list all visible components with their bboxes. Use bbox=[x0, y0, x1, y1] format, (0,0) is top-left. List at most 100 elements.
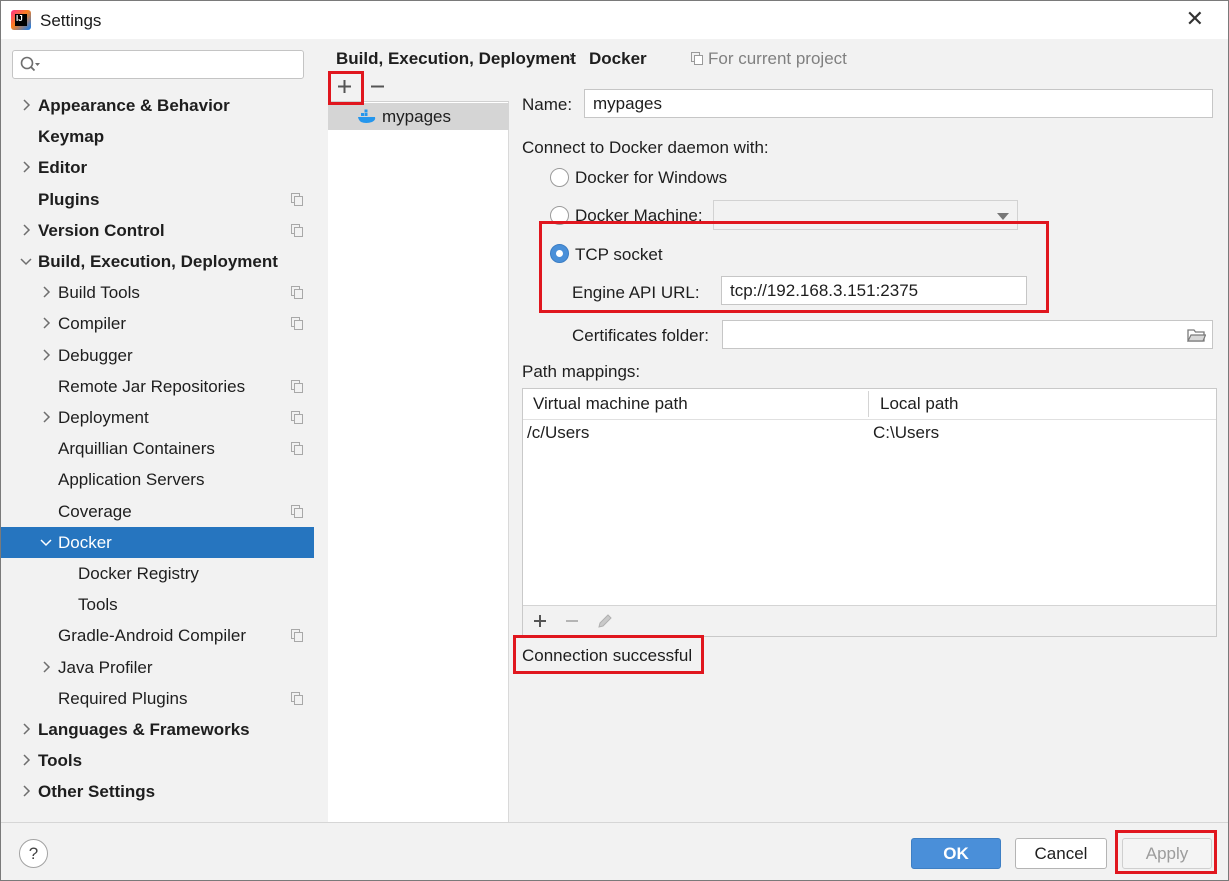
sidebar-item-label: Deployment bbox=[58, 408, 149, 427]
column-divider bbox=[868, 391, 869, 417]
chevron-right-icon[interactable] bbox=[19, 784, 33, 798]
search-input[interactable] bbox=[12, 50, 304, 79]
sidebar-item-label: Tools bbox=[78, 595, 118, 614]
help-button[interactable]: ? bbox=[19, 839, 48, 868]
sidebar-item[interactable]: Tools bbox=[1, 589, 314, 620]
sidebar-item-label: Other Settings bbox=[38, 782, 156, 801]
breadcrumb-parent[interactable]: Build, Execution, Deployment bbox=[336, 49, 576, 69]
sidebar-item-label: Docker Registry bbox=[78, 564, 199, 583]
project-scope-icon bbox=[291, 286, 303, 299]
breadcrumb-chevron-icon: › bbox=[569, 48, 574, 65]
list-item-label: mypages bbox=[382, 107, 451, 126]
docker-list-panel: mypages bbox=[328, 71, 509, 822]
sidebar-item[interactable]: Tools bbox=[1, 745, 314, 776]
app-icon-text: IJ bbox=[16, 14, 23, 23]
table-cell-vm-path[interactable]: /c/Users bbox=[527, 423, 589, 443]
sidebar-item-label: Application Servers bbox=[58, 470, 205, 489]
sidebar-item-label: Languages & Frameworks bbox=[38, 720, 250, 739]
sidebar-item-label: Build, Execution, Deployment bbox=[38, 252, 278, 271]
path-mappings-label: Path mappings: bbox=[522, 362, 641, 381]
chevron-right-icon[interactable] bbox=[19, 753, 33, 767]
highlight-box-tcp bbox=[539, 221, 1049, 313]
project-scope-icon bbox=[291, 380, 303, 393]
sidebar-item-label: Remote Jar Repositories bbox=[58, 377, 246, 396]
chevron-right-icon[interactable] bbox=[39, 410, 53, 424]
folder-icon[interactable] bbox=[1187, 328, 1206, 343]
table-cell-local-path[interactable]: C:\Users bbox=[873, 423, 939, 443]
cancel-button[interactable]: Cancel bbox=[1015, 838, 1107, 869]
sidebar-item[interactable]: Build Tools bbox=[1, 277, 314, 308]
docker-for-windows-label[interactable]: Docker for Windows bbox=[575, 168, 727, 188]
sidebar-item[interactable]: Deployment bbox=[1, 402, 314, 433]
chevron-right-icon[interactable] bbox=[19, 223, 33, 237]
sidebar-item[interactable]: Remote Jar Repositories bbox=[1, 371, 314, 402]
chevron-right-icon[interactable] bbox=[19, 722, 33, 736]
add-icon[interactable] bbox=[533, 614, 547, 628]
sidebar-item[interactable]: Other Settings bbox=[1, 776, 314, 807]
remove-icon[interactable] bbox=[370, 79, 385, 94]
intellij-app-icon: IJ bbox=[11, 10, 31, 30]
chevron-right-icon[interactable] bbox=[19, 160, 33, 174]
chevron-down-icon bbox=[997, 213, 1009, 220]
sidebar-item-label: Appearance & Behavior bbox=[38, 96, 230, 115]
scope-label: For current project bbox=[708, 49, 847, 68]
ok-button[interactable]: OK bbox=[911, 838, 1001, 869]
sidebar-item-label: Plugins bbox=[38, 190, 100, 209]
column-header-vm-path[interactable]: Virtual machine path bbox=[533, 389, 688, 419]
highlight-box-status bbox=[513, 635, 704, 674]
sidebar-item[interactable]: Java Profiler bbox=[1, 652, 314, 683]
project-scope-icon bbox=[291, 193, 303, 206]
sidebar-item[interactable]: Debugger bbox=[1, 340, 314, 371]
chevron-down-icon[interactable] bbox=[19, 254, 33, 268]
sidebar-item-label: Tools bbox=[38, 751, 83, 770]
search-icon bbox=[20, 56, 40, 72]
sidebar-item[interactable]: Docker Registry bbox=[1, 558, 314, 589]
settings-window: IJ Settings ✕ Appearance & Behavior Keyma… bbox=[0, 0, 1229, 881]
sidebar-item[interactable]: Keymap bbox=[1, 121, 314, 152]
sidebar-item-label: Required Plugins bbox=[58, 689, 188, 708]
sidebar-item-label: Compiler bbox=[58, 314, 127, 333]
window-title: Settings bbox=[40, 11, 102, 30]
chevron-right-icon[interactable] bbox=[19, 98, 33, 112]
sidebar-item[interactable]: Plugins bbox=[1, 184, 314, 215]
name-field[interactable]: mypages bbox=[584, 89, 1213, 118]
sidebar-item[interactable]: Docker bbox=[1, 527, 314, 558]
sidebar-item-label: Keymap bbox=[38, 127, 105, 146]
sidebar-item-label: Debugger bbox=[58, 346, 133, 365]
sidebar-item[interactable]: Required Plugins bbox=[1, 683, 314, 714]
name-label: Name: bbox=[522, 95, 573, 114]
settings-sidebar: Appearance & Behavior Keymap Editor Plugins… bbox=[1, 39, 314, 822]
sidebar-item[interactable]: Languages & Frameworks bbox=[1, 714, 314, 745]
chevron-right-icon[interactable] bbox=[39, 285, 53, 299]
dialog-footer: ? OK Cancel Apply bbox=[1, 822, 1228, 880]
sidebar-item[interactable]: Coverage bbox=[1, 496, 314, 527]
chevron-down-icon[interactable] bbox=[39, 535, 53, 549]
sidebar-item[interactable]: Appearance & Behavior bbox=[1, 90, 314, 121]
project-scope-icon bbox=[691, 52, 703, 65]
sidebar-item[interactable]: Editor bbox=[1, 152, 314, 183]
sidebar-item[interactable]: Gradle-Android Compiler bbox=[1, 620, 314, 651]
certificates-label: Certificates folder: bbox=[572, 326, 709, 345]
list-item[interactable]: mypages bbox=[328, 103, 509, 130]
certificates-folder-field[interactable] bbox=[722, 320, 1213, 349]
chevron-right-icon[interactable] bbox=[39, 316, 53, 330]
docker-icon bbox=[358, 109, 376, 123]
chevron-right-icon[interactable] bbox=[39, 348, 53, 362]
sidebar-item-label: Docker bbox=[58, 533, 112, 552]
highlight-box-add bbox=[328, 71, 364, 105]
project-scope-icon bbox=[291, 692, 303, 705]
connect-label: Connect to Docker daemon with: bbox=[522, 138, 769, 157]
edit-icon bbox=[598, 614, 612, 628]
sidebar-item[interactable]: Build, Execution, Deployment bbox=[1, 246, 314, 277]
header-divider bbox=[523, 419, 1216, 420]
sidebar-item[interactable]: Compiler bbox=[1, 308, 314, 339]
docker-for-windows-radio[interactable] bbox=[550, 168, 569, 187]
sidebar-item-label: Editor bbox=[38, 158, 88, 177]
project-scope-icon bbox=[291, 505, 303, 518]
sidebar-item[interactable]: Version Control bbox=[1, 215, 314, 246]
chevron-right-icon[interactable] bbox=[39, 660, 53, 674]
column-header-local-path[interactable]: Local path bbox=[880, 389, 958, 419]
sidebar-item[interactable]: Arquillian Containers bbox=[1, 433, 314, 464]
sidebar-item[interactable]: Application Servers bbox=[1, 464, 314, 495]
close-icon[interactable]: ✕ bbox=[1186, 7, 1204, 31]
